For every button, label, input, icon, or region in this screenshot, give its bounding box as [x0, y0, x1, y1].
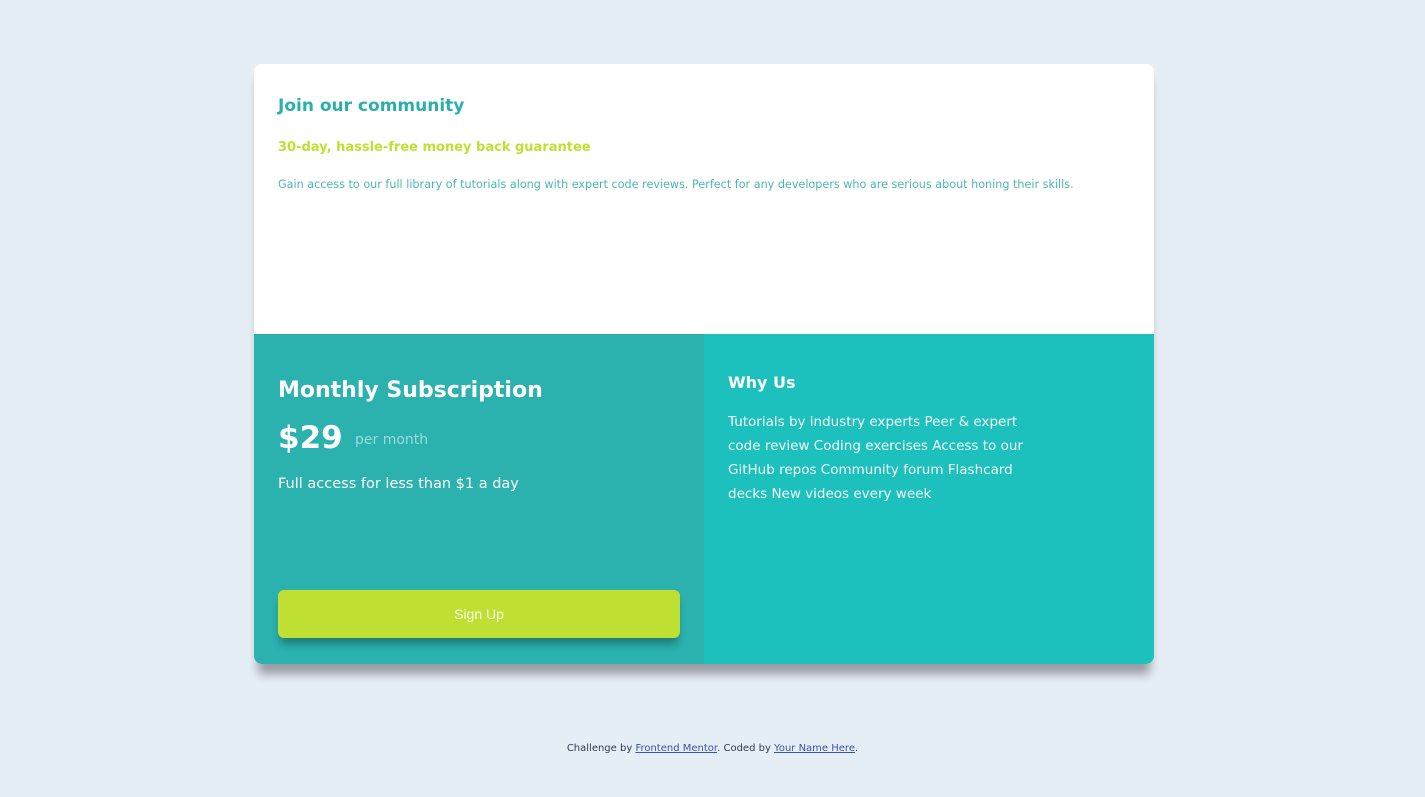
sign-up-button[interactable]: Sign Up: [278, 590, 680, 638]
subscription-tagline: Full access for less than $1 a day: [278, 476, 519, 492]
guarantee-text: 30-day, hassle-free money back guarantee: [278, 140, 591, 155]
attribution: Challenge by Frontend Mentor. Coded by Y…: [0, 743, 1425, 754]
why-us-title: Why Us: [728, 373, 796, 392]
why-us-list: Tutorials by industry experts Peer & exp…: [728, 414, 1023, 502]
attribution-prefix: Challenge by: [566, 743, 636, 754]
community-section: Join our community 30-day, hassle-free m…: [254, 64, 1154, 334]
pricing-card: Join our community 30-day, hassle-free m…: [254, 64, 1154, 664]
author-link[interactable]: Your Name Here: [774, 743, 855, 754]
subscription-title: Monthly Subscription: [278, 378, 543, 403]
frontend-mentor-link[interactable]: Frontend Mentor: [635, 743, 717, 754]
price-amount: $29: [278, 420, 343, 456]
why-us-section: Why Us Tutorials by industry experts Pee…: [704, 334, 1154, 664]
subscription-section: Monthly Subscription $29 per month Full …: [254, 334, 704, 664]
community-description: Gain access to our full library of tutor…: [278, 178, 1074, 191]
community-title: Join our community: [278, 96, 465, 116]
attribution-middle: . Coded by: [717, 743, 775, 754]
price-period: per month: [355, 432, 429, 448]
attribution-suffix: .: [854, 743, 859, 754]
